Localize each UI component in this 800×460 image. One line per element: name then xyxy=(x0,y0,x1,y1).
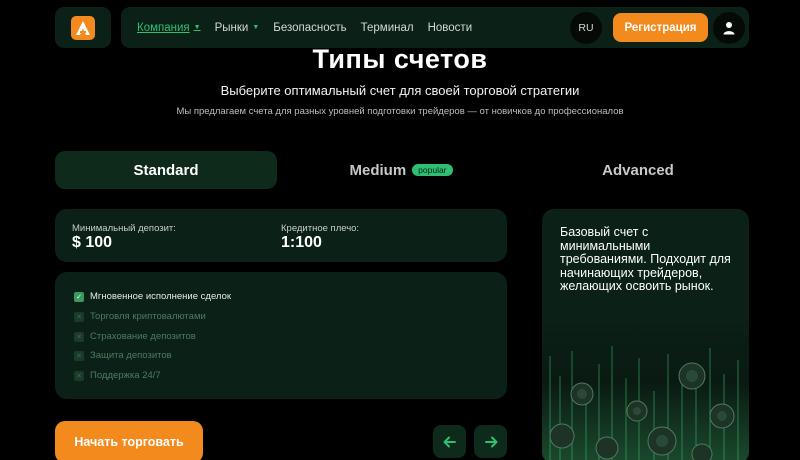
cross-icon: ✕ xyxy=(74,370,84,381)
feature-label: Мгновенное исполнение сделок xyxy=(90,291,232,302)
feature-label: Торговля криптовалютами xyxy=(90,311,206,322)
nav-links: Компания ▼ Рынки ▼ Безопасность Терминал… xyxy=(137,7,472,48)
feature-item: ✕ Защита депозитов xyxy=(74,350,172,361)
nav-item-label: Новости xyxy=(427,21,473,34)
logo[interactable] xyxy=(55,7,111,48)
nav-item-label: Компания xyxy=(137,21,190,34)
top-navbar: Компания ▼ Рынки ▼ Безопасность Терминал… xyxy=(121,7,749,48)
chevron-down-icon: ▼ xyxy=(193,24,201,31)
register-button[interactable]: Регистрация xyxy=(613,13,708,42)
cross-icon: ✕ xyxy=(74,311,84,322)
nav-item-markets[interactable]: Рынки ▼ xyxy=(215,22,260,34)
arrow-right-icon xyxy=(484,436,497,447)
feature-item: ✓ Мгновенное исполнение сделок xyxy=(74,291,231,302)
nav-item-label: Терминал xyxy=(360,21,414,34)
tab-label: Standard xyxy=(133,161,199,179)
arrow-left-icon xyxy=(443,436,456,447)
next-button[interactable] xyxy=(474,425,507,458)
nav-item-label: Рынки xyxy=(214,21,249,34)
page-subtitle: Выберите оптимальный счет для своей торг… xyxy=(220,83,580,98)
feature-item: ✕ Торговля криптовалютами xyxy=(74,311,206,322)
coins-illustration xyxy=(542,316,749,460)
account-stats-card: Минимальный депозит: $ 100 Кредитное пле… xyxy=(55,209,507,262)
tab-advanced[interactable]: Advanced xyxy=(527,151,749,189)
leverage-label: Кредитное плечо: xyxy=(281,223,360,234)
language-switcher[interactable]: RU xyxy=(570,12,602,44)
feature-label: Защита депозитов xyxy=(90,350,172,361)
nav-item-news[interactable]: Новости xyxy=(428,22,473,34)
account-info-text: Базовый счет с минимальными требованиями… xyxy=(560,225,731,293)
nav-item-label: Безопасность xyxy=(273,21,347,34)
min-deposit-label: Минимальный депозит: xyxy=(72,223,176,234)
nav-item-security[interactable]: Безопасность xyxy=(273,22,346,34)
tab-label: Advanced xyxy=(602,161,674,179)
features-card: ✓ Мгновенное исполнение сделок ✕ Торговл… xyxy=(55,272,507,399)
cross-icon: ✕ xyxy=(74,350,84,361)
popular-badge: popular xyxy=(412,164,453,176)
page-description: Мы предлагаем счета для разных уровней п… xyxy=(176,106,624,117)
feature-item: ✕ Поддержка 24/7 xyxy=(74,370,161,381)
tab-label: Medium xyxy=(349,161,407,179)
account-info-card: Базовый счет с минимальными требованиями… xyxy=(542,209,749,460)
feature-item: ✕ Страхование депозитов xyxy=(74,331,196,342)
nav-item-company[interactable]: Компания ▼ xyxy=(137,22,201,34)
tab-standard[interactable]: Standard xyxy=(55,151,277,189)
page-title: Типы счетов xyxy=(312,44,488,74)
user-button[interactable] xyxy=(713,12,745,44)
feature-label: Страхование депозитов xyxy=(90,331,196,342)
prev-button[interactable] xyxy=(433,425,466,458)
leverage-value: 1:100 xyxy=(281,234,322,251)
tab-medium[interactable]: Medium popular xyxy=(290,151,512,189)
start-trading-button[interactable]: Начать торговать xyxy=(55,421,203,460)
cross-icon: ✕ xyxy=(74,331,84,342)
chevron-down-icon: ▼ xyxy=(252,24,260,31)
feature-label: Поддержка 24/7 xyxy=(90,370,161,381)
min-deposit-value: $ 100 xyxy=(72,234,113,251)
check-icon: ✓ xyxy=(74,291,84,302)
brand-logo-icon xyxy=(71,15,95,40)
user-icon xyxy=(723,22,735,35)
nav-item-terminal[interactable]: Терминал xyxy=(361,22,414,34)
